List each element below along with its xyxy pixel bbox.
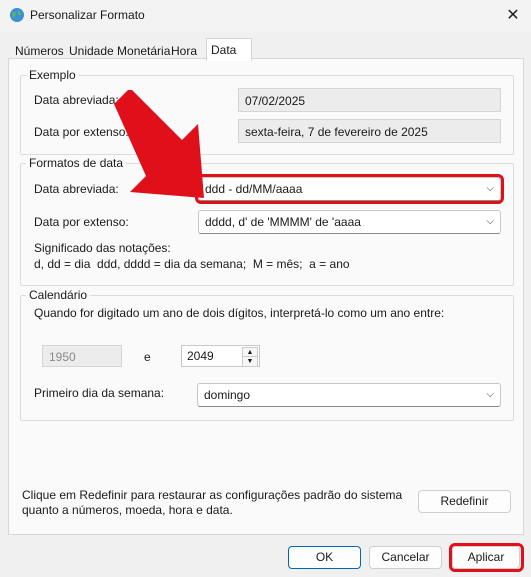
long-date-value: dddd, d' de 'MMMM' de 'aaaa — [205, 215, 361, 229]
first-day-value: domingo — [204, 388, 251, 402]
highlight-box — [195, 174, 504, 204]
year-to-stepper[interactable]: 2049 ▲ ▼ — [181, 345, 260, 367]
notation-text: d, dd = dia ddd, dddd = dia da semana; M… — [34, 257, 350, 271]
reset-text-line1: Clique em Redefinir para restaurar as co… — [22, 488, 403, 502]
reset-text-line2: quanto a números, moeda, hora e data. — [22, 503, 233, 517]
cancel-button[interactable]: Cancelar — [369, 546, 442, 569]
first-day-combo[interactable]: domingo ⌵ — [197, 383, 501, 407]
tab-data[interactable]: Data — [206, 38, 252, 61]
window-title: Personalizar Formato — [30, 8, 145, 22]
globe-icon — [9, 7, 25, 23]
chevron-down-icon: ⌵ — [486, 216, 494, 227]
chevron-down-icon: ⌵ — [486, 389, 494, 400]
notation-title: Significado das notações: — [34, 241, 171, 255]
arrow-annotation-icon — [114, 90, 204, 198]
year-from-field: 1950 — [42, 345, 122, 367]
two-digit-text: Quando for digitado um ano de dois dígit… — [34, 306, 445, 320]
reset-button[interactable]: Redefinir — [418, 490, 511, 513]
long-date-combo[interactable]: dddd, d' de 'MMMM' de 'aaaa ⌵ — [198, 210, 501, 234]
first-day-label: Primeiro dia da semana: — [34, 386, 165, 400]
example-long-value: sexta-feira, 7 de fevereiro de 2025 — [238, 119, 501, 143]
close-icon[interactable]: ✕ — [503, 6, 523, 26]
apply-highlight-box — [449, 543, 524, 572]
example-short-value: 07/02/2025 — [238, 88, 501, 112]
formats-long-label: Data por extenso: — [34, 215, 129, 229]
and-label: e — [144, 350, 151, 364]
example-legend: Exemplo — [26, 68, 79, 82]
calendar-legend: Calendário — [26, 288, 91, 302]
stepper-down-icon[interactable]: ▼ — [242, 356, 258, 367]
year-to-value: 2049 — [187, 349, 214, 363]
title-bar: Personalizar Formato ✕ — [0, 0, 531, 32]
ok-button[interactable]: OK — [288, 546, 361, 569]
